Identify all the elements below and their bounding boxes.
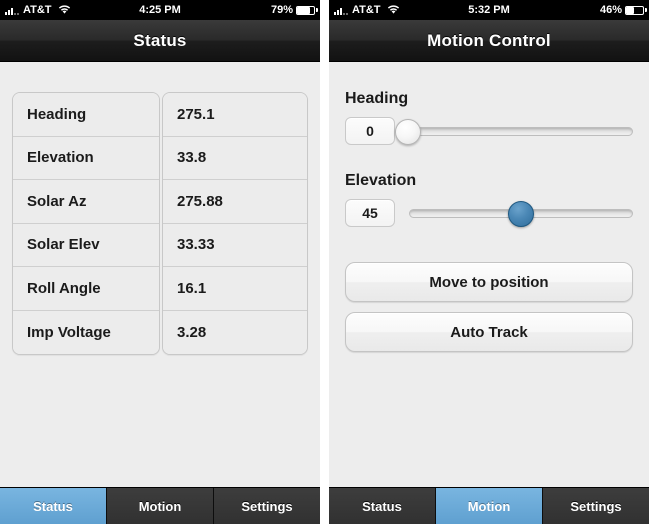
battery-icon — [625, 5, 647, 15]
tab-motion[interactable]: Motion — [107, 488, 214, 524]
table-row: 275.1 — [163, 93, 307, 137]
table-row: Elevation — [13, 136, 159, 180]
tab-status[interactable]: Status — [0, 488, 107, 524]
status-table-values-column: 275.1 33.8 275.88 33.33 16.1 3.28 — [162, 92, 308, 355]
tab-motion[interactable]: Motion — [436, 488, 543, 524]
wifi-icon — [58, 5, 71, 15]
move-to-position-button[interactable]: Move to position — [345, 262, 633, 302]
status-screen: AT&T 4:25 PM 79% Status Heading Elevatio… — [0, 0, 320, 524]
screenshot-root: AT&T 4:25 PM 79% Status Heading Elevatio… — [0, 0, 649, 524]
elevation-slider-thumb[interactable] — [508, 201, 534, 227]
battery-fill — [297, 6, 311, 14]
elevation-slider[interactable] — [409, 198, 633, 228]
table-row: 16.1 — [163, 267, 307, 311]
carrier-label: AT&T — [352, 4, 381, 16]
table-row: Roll Angle — [13, 267, 159, 311]
status-table: Heading Elevation Solar Az Solar Elev Ro… — [12, 92, 308, 355]
status-table-labels-column: Heading Elevation Solar Az Solar Elev Ro… — [12, 92, 160, 355]
carrier-label: AT&T — [23, 4, 52, 16]
table-row: Solar Elev — [13, 223, 159, 267]
navigation-bar: Motion Control — [329, 20, 649, 62]
signal-bars-icon — [5, 6, 19, 15]
heading-slider-thumb[interactable] — [395, 119, 421, 145]
motion-content: Heading 0 Elevation 45 Move to position … — [329, 62, 649, 487]
elevation-label: Elevation — [345, 172, 417, 189]
page-title: Motion Control — [427, 30, 551, 50]
tab-bar: Status Motion Settings — [329, 487, 649, 524]
table-row: 3.28 — [163, 310, 307, 354]
tab-settings[interactable]: Settings — [214, 488, 320, 524]
status-content: Heading Elevation Solar Az Solar Elev Ro… — [0, 62, 320, 487]
status-bar: AT&T 4:25 PM 79% — [0, 0, 320, 20]
heading-row: 0 — [345, 116, 633, 146]
motion-control-screen: AT&T 5:32 PM 46% Motion Control Heading … — [329, 0, 649, 524]
table-row: 275.88 — [163, 180, 307, 224]
navigation-bar: Status — [0, 20, 320, 62]
battery-icon — [296, 5, 318, 15]
tab-settings[interactable]: Settings — [543, 488, 649, 524]
table-row: 33.33 — [163, 223, 307, 267]
tab-status[interactable]: Status — [329, 488, 436, 524]
page-title: Status — [133, 30, 187, 50]
motion-controls: Heading 0 Elevation 45 Move to position … — [329, 62, 649, 352]
table-row: Imp Voltage — [13, 310, 159, 354]
auto-track-button[interactable]: Auto Track — [345, 312, 633, 352]
status-bar: AT&T 5:32 PM 46% — [329, 0, 649, 20]
elevation-value-field[interactable]: 45 — [345, 199, 395, 227]
elevation-row: 45 — [345, 198, 633, 228]
signal-bars-icon — [334, 6, 348, 15]
wifi-icon — [387, 5, 400, 15]
status-bar-left: AT&T — [5, 4, 71, 16]
table-row: 33.8 — [163, 136, 307, 180]
heading-slider[interactable] — [395, 116, 633, 146]
table-row: Heading — [13, 93, 159, 137]
heading-slider-track[interactable] — [395, 127, 633, 136]
status-bar-left: AT&T — [334, 4, 400, 16]
status-bar-right: 79% — [270, 4, 318, 16]
battery-percent-label: 79% — [270, 4, 293, 16]
battery-percent-label: 46% — [599, 4, 622, 16]
battery-fill — [626, 6, 634, 14]
heading-value-field[interactable]: 0 — [345, 117, 395, 145]
status-bar-right: 46% — [599, 4, 647, 16]
heading-label: Heading — [345, 90, 409, 107]
tab-bar: Status Motion Settings — [0, 487, 320, 524]
table-row: Solar Az — [13, 180, 159, 224]
